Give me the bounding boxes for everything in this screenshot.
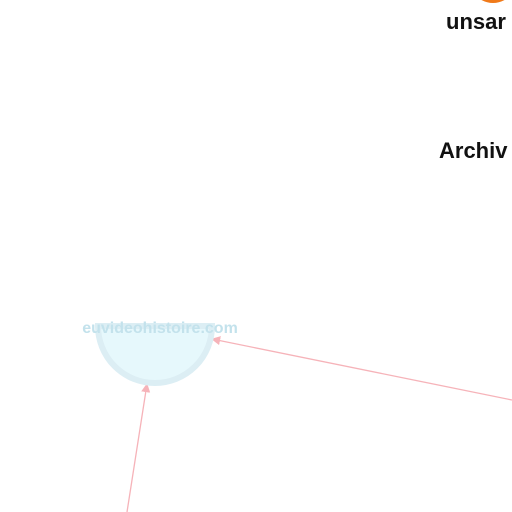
edge-bottom-to-euvideohistoire (126, 383, 151, 512)
edge-right-to-euvideohistoire (211, 336, 512, 401)
graph-svg: euvideohistoire.com unsar Archiv (82, 0, 512, 512)
graph-canvas: euvideohistoire.com unsar Archiv (0, 0, 512, 512)
node-archiv-label: Archiv (439, 138, 508, 163)
node-unsar[interactable] (478, 0, 508, 3)
node-unsar-label: unsar (446, 9, 506, 34)
node-euvideohistoire-label: euvideohistoire.com (82, 320, 238, 337)
